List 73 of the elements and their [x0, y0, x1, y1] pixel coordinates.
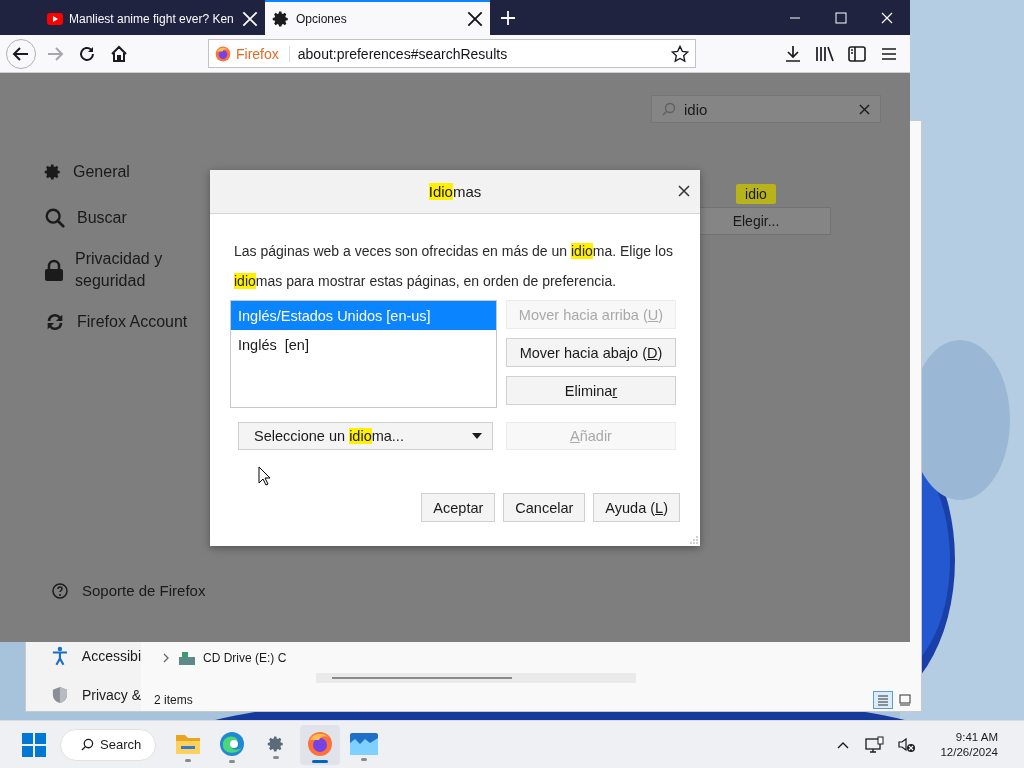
arrow-right-icon [46, 44, 64, 63]
category-item[interactable]: Buscar [44, 202, 194, 234]
sidebar-icon [848, 45, 866, 62]
download-icon [784, 44, 802, 63]
firefox-icon [307, 730, 333, 757]
clock[interactable]: 9:41 AM 12/26/2024 [940, 731, 998, 758]
shield-icon [52, 685, 68, 705]
remove-button[interactable]: Eliminar [506, 376, 676, 405]
match-badge: idio [736, 184, 776, 204]
details-view-button[interactable] [873, 691, 893, 709]
gallery-icon [350, 732, 378, 755]
help-button[interactable]: Ayuda (L) [593, 493, 680, 522]
search-icon [662, 102, 676, 116]
browser-tab[interactable]: Manliest anime fight ever? Ken [40, 0, 265, 35]
close-icon[interactable] [467, 10, 483, 27]
category-item[interactable]: General [44, 156, 194, 188]
home-icon [110, 44, 128, 63]
gear-icon [44, 163, 62, 181]
nav-item[interactable]: Privacy & [52, 685, 141, 705]
dialog-description: Las páginas web a veces son ofrecidas en más de un idioma. Elige los idiomas para mostrar estas páginas, en orden de preferencia. [234, 242, 674, 291]
search-icon [44, 207, 66, 229]
cursor-icon [258, 466, 271, 486]
resize-grip-icon[interactable] [690, 536, 698, 544]
list-icon [877, 694, 889, 706]
accept-button[interactable]: Aceptar [421, 493, 496, 522]
accessibility-icon [52, 645, 68, 667]
dialog-title: Idiomas [428, 183, 482, 200]
search-field[interactable]: idio [651, 95, 881, 123]
maximize-icon [835, 11, 847, 24]
clear-icon[interactable] [859, 103, 870, 115]
reload-icon [78, 44, 96, 63]
support-link[interactable]: Soporte de Firefox [44, 581, 268, 600]
category-item[interactable]: Firefox Account [44, 306, 194, 338]
windows-logo [22, 732, 46, 757]
monitor-icon [865, 735, 886, 754]
identity-label: Firefox [236, 45, 279, 62]
language-item[interactable]: Inglés/Estados Unidos [en-us] [231, 301, 496, 330]
scrollbar[interactable] [316, 673, 636, 683]
taskbar-app[interactable] [300, 724, 340, 765]
browser-tab[interactable]: Opciones [265, 0, 490, 35]
lock-icon [44, 259, 64, 281]
plus-icon [500, 9, 516, 26]
close-icon [881, 11, 893, 24]
help-icon [52, 582, 68, 599]
search-icon [81, 738, 94, 751]
chevron-up-icon [837, 740, 850, 749]
volume-muted-icon [898, 736, 917, 753]
caret-icon [472, 433, 482, 439]
arrow-left-icon [12, 44, 30, 63]
status-text: 2 items [154, 693, 193, 707]
tree-item[interactable]: CD Drive (E:) C [161, 651, 287, 665]
chevron-icon[interactable] [161, 653, 171, 663]
firefox-icon [215, 45, 231, 62]
url-text: about:preferences#searchResults [297, 45, 509, 62]
language-item[interactable]: Inglés [en] [231, 330, 496, 359]
drive-icon [179, 651, 195, 665]
language-list[interactable]: Inglés/Estados Unidos [en-us] Inglés [en] [230, 300, 497, 408]
window-icon [899, 694, 911, 706]
video-icon [47, 12, 63, 25]
close-icon [678, 185, 690, 197]
cancel-button[interactable]: Cancelar [503, 493, 586, 522]
settings-icon [267, 734, 285, 753]
library-icon [815, 44, 835, 63]
move-down-button[interactable]: Mover hacia abajo (D) [506, 338, 676, 367]
menu-icon [881, 46, 897, 61]
address-bar[interactable]: Firefox about:preferences#searchResults [208, 39, 696, 68]
nav-item[interactable]: Accessibi [52, 645, 141, 667]
taskbar-search[interactable]: Search [60, 728, 156, 761]
category-item[interactable]: Privacidad y seguridad [44, 248, 194, 292]
language-dropdown[interactable]: Seleccione un idioma... [238, 422, 493, 450]
gear-icon [272, 9, 290, 28]
edge-icon [219, 730, 245, 757]
star-icon[interactable] [671, 44, 689, 63]
